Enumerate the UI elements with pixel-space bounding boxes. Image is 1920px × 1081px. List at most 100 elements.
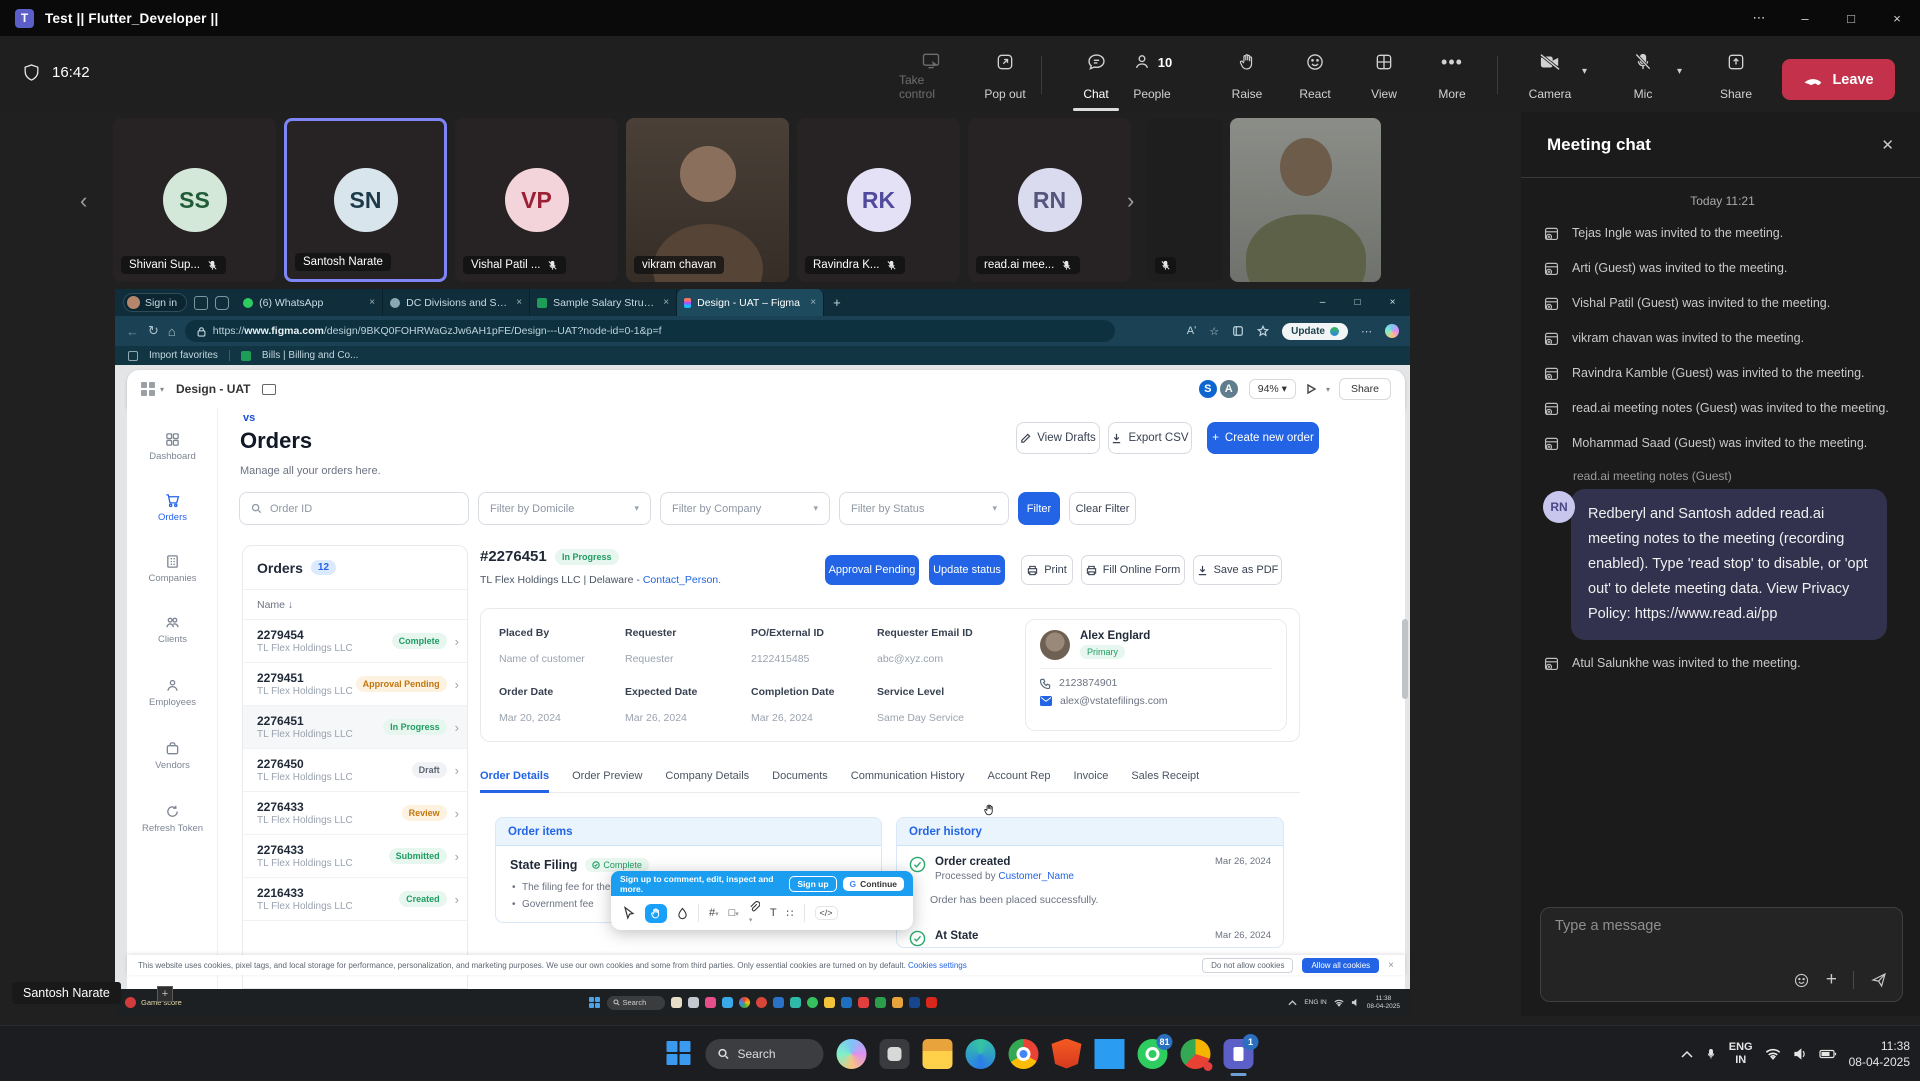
workspaces-icon[interactable] (194, 296, 208, 310)
read-aloud-icon[interactable]: Aʹ (1187, 325, 1196, 337)
bookmark-import-favorites[interactable]: Import favorites (149, 350, 218, 361)
layout-panel-icon[interactable] (262, 384, 276, 395)
new-tab-button[interactable]: + (833, 295, 841, 310)
camera-options-chevron-icon[interactable]: ▾ (1582, 66, 1587, 77)
tab-sales-receipt[interactable]: Sales Receipt (1131, 770, 1199, 782)
camera-button[interactable]: Camera (1518, 49, 1582, 101)
participant-tile[interactable]: RK Ravindra K... (797, 118, 960, 282)
sidebar-item-refresh-token[interactable]: Refresh Token (127, 804, 218, 850)
canvas-scrollbar[interactable] (1402, 619, 1408, 699)
hand-tool-icon-active[interactable] (645, 904, 667, 923)
pdf-icon[interactable] (926, 997, 937, 1008)
signup-button[interactable]: Sign up (789, 876, 836, 892)
home-icon[interactable]: ⌂ (168, 324, 176, 339)
app-icon[interactable] (756, 997, 767, 1008)
create-new-order-button[interactable]: + Create new order (1207, 422, 1319, 454)
participant-tile[interactable]: VP Vishal Patil ... (455, 118, 618, 282)
app-icon[interactable] (892, 997, 903, 1008)
attach-plus-icon[interactable]: + (1826, 969, 1837, 991)
contact-person-link[interactable]: Contact_Person. (643, 574, 721, 586)
leave-button[interactable]: Leave (1782, 59, 1895, 100)
edge-icon[interactable] (966, 1039, 996, 1069)
app-icon[interactable] (858, 997, 869, 1008)
order-row[interactable]: 2276433TL Flex Holdings LLC Submitted › (243, 835, 467, 878)
present-chevron-icon[interactable]: ▾ (1326, 385, 1330, 394)
scroll-right-chevron-icon[interactable]: › (1127, 188, 1134, 214)
app-icon[interactable] (841, 997, 852, 1008)
copilot-icon[interactable] (837, 1039, 867, 1069)
collaborator-avatar[interactable]: A (1218, 378, 1240, 400)
window-maximize-button[interactable]: □ (1828, 0, 1874, 36)
browser-tab-dc-divisions[interactable]: DC Divisions and Surroundings × (383, 289, 530, 316)
print-button[interactable]: Print (1021, 555, 1073, 585)
browser-tab-figma[interactable]: Design - UAT – Figma × (677, 289, 824, 316)
tab-actions-icon[interactable] (215, 296, 229, 310)
tray-chevron-icon[interactable] (1681, 1050, 1693, 1058)
customer-name-link[interactable]: Customer_Name (998, 871, 1074, 882)
mic-options-chevron-icon[interactable]: ▾ (1677, 66, 1682, 77)
order-row-selected[interactable]: 2276451TL Flex Holdings LLC In Progress … (243, 706, 467, 749)
participant-tile[interactable]: vikram chavan (626, 118, 789, 282)
chrome-icon[interactable] (739, 997, 750, 1008)
app-icon[interactable] (880, 1039, 910, 1069)
mic-button[interactable]: Mic (1611, 49, 1675, 101)
window-minimize-button[interactable]: – (1782, 0, 1828, 36)
whatsapp-icon[interactable]: 81 (1138, 1039, 1168, 1069)
present-icon[interactable] (1305, 383, 1317, 395)
start-button[interactable] (667, 1041, 693, 1067)
brave-icon[interactable] (1052, 1039, 1082, 1069)
approval-pending-button[interactable]: Approval Pending (825, 555, 919, 585)
tab-invoice[interactable]: Invoice (1073, 770, 1108, 782)
filter-company-dropdown[interactable]: Filter by Company (660, 492, 830, 525)
message-input[interactable] (1555, 918, 1888, 934)
scroll-left-chevron-icon[interactable]: ‹ (80, 188, 87, 214)
browser-essentials-icon[interactable] (1257, 325, 1269, 337)
app-icon[interactable] (790, 997, 801, 1008)
back-icon[interactable]: ← (126, 324, 139, 339)
system-clock[interactable]: 11:38 08-04-2025 (1849, 1038, 1910, 1070)
pin-presenter-button[interactable]: + (157, 986, 173, 1002)
text-tool-icon[interactable]: T (770, 907, 777, 919)
tab-account-rep[interactable]: Account Rep (988, 770, 1051, 782)
raise-button[interactable]: Raise (1215, 49, 1279, 101)
wifi-icon[interactable] (1765, 1048, 1781, 1060)
participant-tile[interactable]: RN read.ai mee... (968, 118, 1131, 282)
order-id-search-input[interactable]: Order ID (239, 492, 469, 525)
sidebar-item-clients[interactable]: Clients (127, 615, 218, 661)
component-tool-icon[interactable]: ∷ (787, 907, 794, 920)
start-icon[interactable] (589, 997, 601, 1009)
favorite-star-icon[interactable]: ☆ (1209, 325, 1219, 338)
tab-documents[interactable]: Documents (772, 770, 828, 782)
browser-signin-button[interactable]: Sign in (123, 293, 187, 312)
language-indicator[interactable]: ENG IN (1729, 1041, 1753, 1067)
figma-menu-chevron-icon[interactable]: ▾ (160, 385, 164, 394)
contact-phone[interactable]: 2123874901 (1059, 677, 1117, 689)
share-button[interactable]: Share (1704, 49, 1768, 101)
browser-tab-salary-sheet[interactable]: Sample Salary Structure with calc × (530, 289, 677, 316)
chat-input-box[interactable]: + (1540, 907, 1903, 1002)
sidebar-item-companies[interactable]: Companies (127, 554, 218, 600)
cookie-close-icon[interactable]: × (1388, 960, 1394, 971)
taskbar-search-box[interactable]: Search (706, 1039, 824, 1069)
sidebar-item-employees[interactable]: Employees (127, 678, 218, 724)
shape-tool-icon[interactable] (677, 907, 688, 920)
frame-tool-icon[interactable]: #▾ (709, 907, 719, 919)
export-csv-button[interactable]: Export CSV (1108, 422, 1192, 454)
tab-close-icon[interactable]: × (516, 297, 522, 308)
cookie-settings-link[interactable]: Cookies settings (908, 961, 967, 970)
figma-share-button[interactable]: Share (1339, 378, 1391, 400)
view-button[interactable]: View (1352, 49, 1416, 101)
battery-icon[interactable] (1819, 1048, 1837, 1060)
tab-close-icon[interactable]: × (369, 297, 375, 308)
tray-language[interactable]: ENG IN (1304, 999, 1326, 1007)
taskbar-search[interactable]: Search (607, 996, 665, 1010)
update-status-button[interactable]: Update status (929, 555, 1005, 585)
window-close-button[interactable]: × (1874, 0, 1920, 36)
browser-minimize-button[interactable]: – (1305, 289, 1340, 316)
participant-tile[interactable] (1147, 118, 1223, 282)
sidebar-item-orders[interactable]: Orders (127, 493, 218, 539)
browser-close-button[interactable]: × (1375, 289, 1410, 316)
sort-by-name[interactable]: Name ↓ (243, 590, 467, 620)
tray-clock[interactable]: 11:38 08-04-2025 (1367, 995, 1400, 1010)
order-row[interactable]: 2276450TL Flex Holdings LLC Draft › (243, 749, 467, 792)
